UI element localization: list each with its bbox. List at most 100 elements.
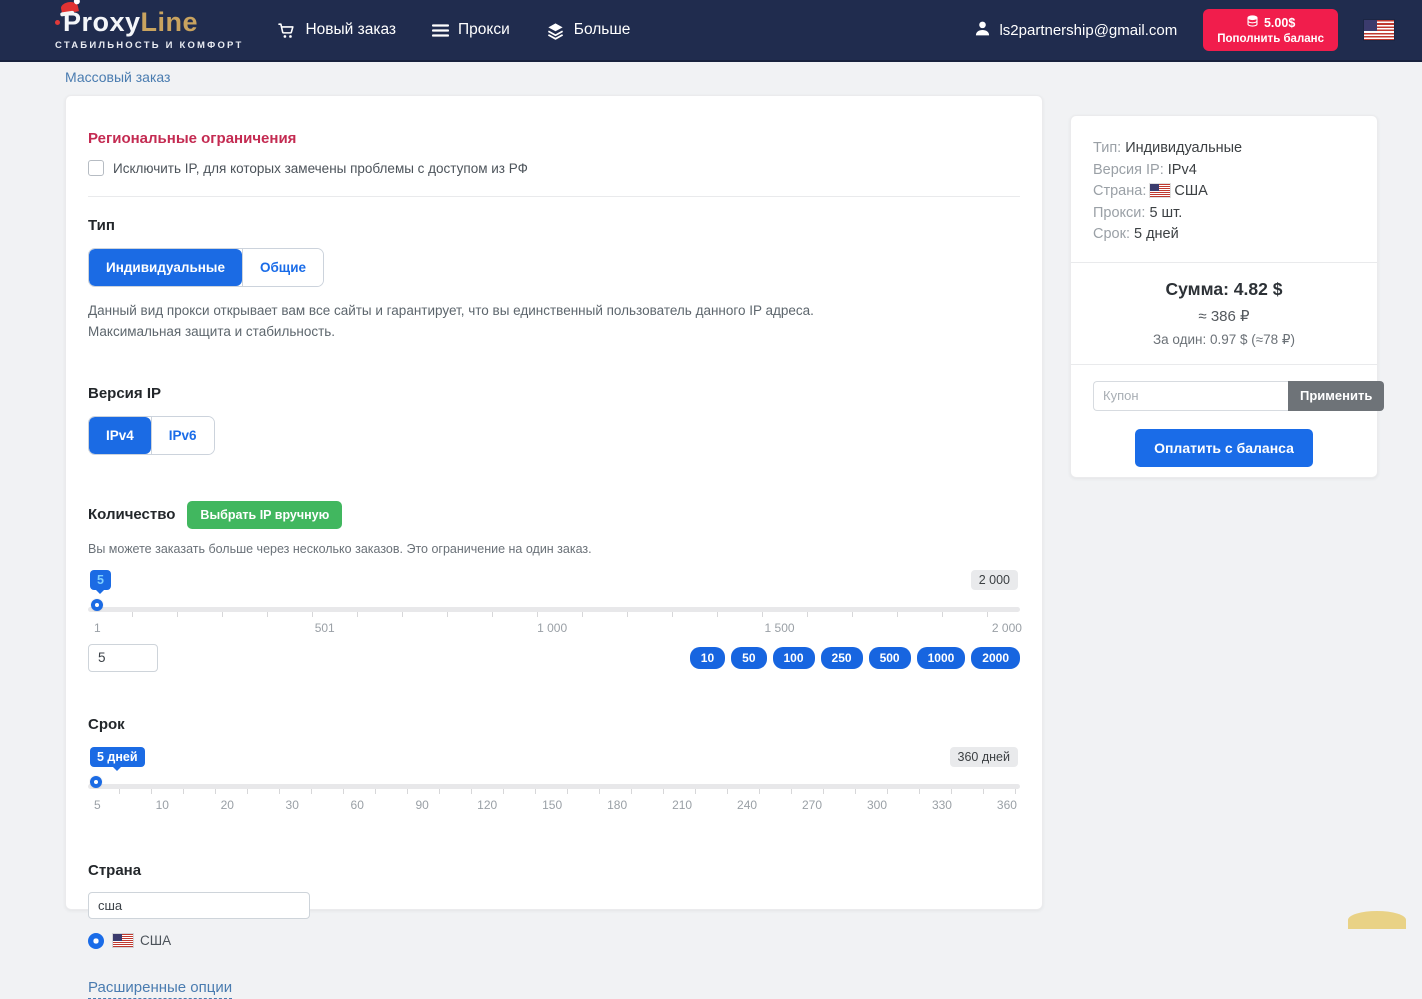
language-flag-us-icon[interactable] (1364, 20, 1394, 40)
chat-widget-sliver[interactable] (1348, 911, 1406, 929)
slider-tick-label: 90 (416, 798, 429, 812)
type-toggle-group: Индивидуальные Общие (88, 248, 324, 287)
summary-rows: Тип:Индивидуальные Версия IP:IPv4 Страна… (1093, 138, 1355, 246)
type-section-title: Тип (88, 217, 1020, 234)
account-email[interactable]: ls2partnership@gmail.com (974, 20, 1177, 41)
quick-value-pill[interactable]: 1000 (917, 647, 966, 669)
nav-links: Новый заказ Прокси Больше (277, 21, 630, 40)
slider-tick-label: 1 000 (537, 621, 567, 635)
slider-tick-label: 300 (867, 798, 887, 812)
slider-tick-label: 10 (156, 798, 169, 812)
quantity-title: Количество (88, 506, 175, 523)
coins-icon (1246, 15, 1259, 30)
quantity-slider: 5 2 000 15011 0001 5002 000 105010025050… (88, 570, 1020, 672)
nav-item-label: Прокси (458, 21, 510, 39)
exclude-ip-checkbox[interactable] (88, 160, 104, 176)
nav-item-label: Больше (574, 21, 631, 39)
country-search-input[interactable] (88, 892, 310, 919)
nav-item-proxies[interactable]: Прокси (432, 21, 510, 39)
breadcrumb-link[interactable]: Массовый заказ (65, 69, 170, 85)
type-description: Данный вид прокси открывает вам все сайт… (88, 301, 1020, 343)
logo-text-secondary: Line (141, 9, 199, 36)
layers-icon (546, 21, 565, 40)
duration-tick-labels: 5 10 20 30 60 90 120 150 180 210 240 270 300 330 360 (88, 798, 1020, 814)
logo[interactable]: Proxy Line СТАБИЛЬНОСТЬ И КОМФОРТ (55, 9, 243, 51)
balance-label: Пополнить баланс (1217, 33, 1324, 45)
breadcrumb: Массовый заказ (65, 62, 170, 92)
summary-row: Страна:США (1093, 181, 1355, 203)
quick-value-pill[interactable]: 500 (869, 647, 911, 669)
person-icon (974, 20, 991, 41)
slider-tick-label: 210 (672, 798, 692, 812)
price-per-one: За один: 0.97 $ (≈78 ₽) (1093, 332, 1355, 348)
slider-tick-label: 330 (932, 798, 952, 812)
quick-value-pills: 10 50 100 250 500 10002000 (690, 647, 1020, 669)
slider-tick-label: 5 (94, 798, 101, 812)
ip-version-toggle-group: IPv4 IPv6 (88, 416, 215, 455)
slider-tick-label: 1 500 (765, 621, 795, 635)
slider-tick-label: 180 (607, 798, 627, 812)
apply-coupon-button[interactable]: Применить (1288, 381, 1384, 411)
summary-row: Тип:Индивидуальные (1093, 138, 1355, 160)
duration-title: Срок (88, 716, 1020, 733)
navbar: Proxy Line СТАБИЛЬНОСТЬ И КОМФОРТ Новый … (0, 0, 1422, 62)
top-up-balance-button[interactable]: 5.00$ Пополнить баланс (1203, 9, 1338, 51)
cart-icon (277, 21, 296, 40)
logo-tagline: СТАБИЛЬНОСТЬ И КОМФОРТ (55, 40, 243, 51)
type-option-individual[interactable]: Индивидуальные (89, 249, 242, 286)
nav-item-label: Новый заказ (305, 21, 396, 39)
quantity-max-badge: 2 000 (971, 570, 1018, 590)
order-summary-card: Тип:Индивидуальные Версия IP:IPv4 Страна… (1070, 115, 1378, 478)
quantity-tick-labels: 15011 0001 5002 000 (88, 621, 1020, 637)
regional-restrictions-title: Региональные ограничения (88, 130, 1020, 147)
order-form-card: Региональные ограничения Исключить IP, д… (65, 95, 1043, 910)
country-title: Страна (88, 862, 1020, 879)
ip-option-ipv6[interactable]: IPv6 (151, 417, 214, 454)
slider-tick-label: 360 (997, 798, 1017, 812)
quantity-slider-handle[interactable] (91, 599, 103, 611)
logo-text-primary: Proxy (63, 9, 141, 36)
slider-tick-label: 120 (477, 798, 497, 812)
select-ip-manually-button[interactable]: Выбрать IP вручную (187, 501, 342, 529)
list-icon (432, 23, 449, 38)
order-total-rub: ≈ 386 ₽ (1093, 307, 1355, 325)
slider-tick-label: 60 (351, 798, 364, 812)
quick-value-pill[interactable]: 100 (773, 647, 815, 669)
slider-tick-label: 20 (221, 798, 234, 812)
duration-slider-handle[interactable] (90, 776, 102, 788)
advanced-options-link[interactable]: Расширенные опции (88, 979, 232, 999)
quantity-note: Вы можете заказать больше через нескольк… (88, 542, 1020, 556)
account-email-text: ls2partnership@gmail.com (999, 22, 1177, 39)
quick-value-pill[interactable]: 2000 (971, 647, 1020, 669)
summary-row: Версия IP:IPv4 (1093, 160, 1355, 182)
coupon-input[interactable] (1093, 381, 1288, 411)
slider-tick-label: 1 (94, 621, 101, 635)
quick-value-pill[interactable]: 50 (731, 647, 766, 669)
summary-row: Прокси:5 шт. (1093, 203, 1355, 225)
quantity-value-badge: 5 (90, 570, 111, 590)
ip-option-ipv4[interactable]: IPv4 (89, 417, 151, 454)
pay-from-balance-button[interactable]: Оплатить с баланса (1135, 429, 1313, 467)
slider-tick-label: 240 (737, 798, 757, 812)
duration-max-badge: 360 дней (950, 747, 1018, 767)
slider-tick-label: 30 (286, 798, 299, 812)
quantity-input[interactable] (88, 644, 158, 672)
quick-value-pill[interactable]: 10 (690, 647, 725, 669)
balance-amount: 5.00$ (1264, 16, 1295, 30)
country-radio-usa[interactable] (88, 933, 104, 949)
nav-item-new-order[interactable]: Новый заказ (277, 21, 396, 40)
quick-value-pill[interactable]: 250 (821, 647, 863, 669)
type-option-shared[interactable]: Общие (242, 249, 323, 286)
logo-dot-icon (55, 20, 60, 25)
summary-row: Срок:5 дней (1093, 224, 1355, 246)
duration-value-badge: 5 дней (90, 747, 145, 767)
ip-version-title: Версия IP (88, 385, 1020, 402)
country-option-usa[interactable]: США (113, 933, 171, 948)
nav-item-more[interactable]: Больше (546, 21, 631, 40)
navbar-right: ls2partnership@gmail.com 5.00$ Пополнить… (974, 9, 1394, 51)
slider-tick-label: 501 (315, 621, 335, 635)
us-flag-icon (1150, 184, 1170, 197)
slider-tick-label: 270 (802, 798, 822, 812)
slider-tick-label: 150 (542, 798, 562, 812)
exclude-ip-label: Исключить IP, для которых замечены пробл… (113, 161, 528, 176)
